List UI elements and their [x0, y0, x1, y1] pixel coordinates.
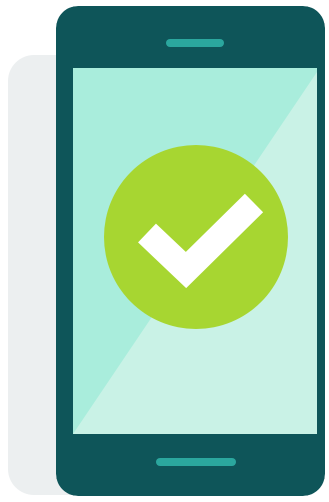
check-circle	[104, 145, 288, 329]
checkmark-icon	[104, 145, 288, 329]
